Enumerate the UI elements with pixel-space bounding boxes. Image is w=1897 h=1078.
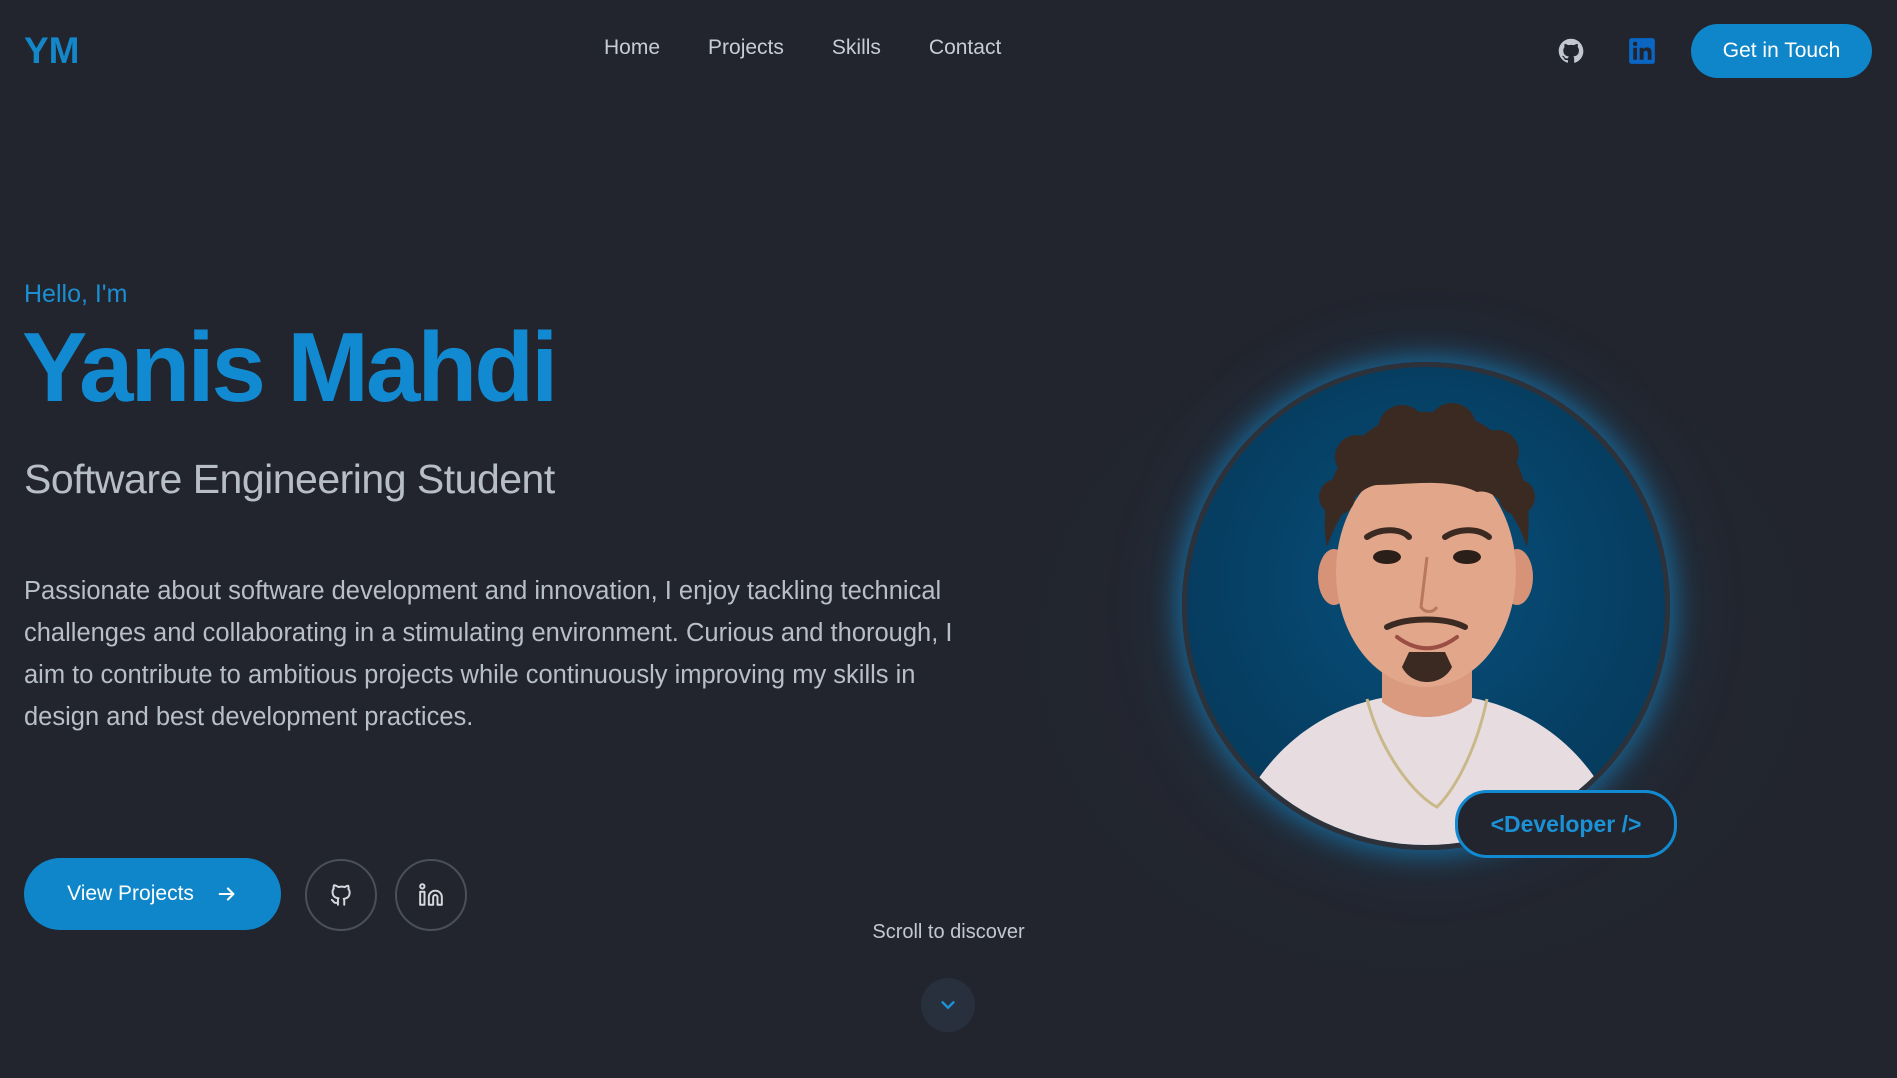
hero-name: Yanis Mahdi: [22, 312, 558, 422]
developer-badge: <Developer />: [1455, 790, 1677, 858]
hero-greeting: Hello, I'm: [24, 280, 128, 308]
nav-item-skills[interactable]: Skills: [832, 36, 881, 60]
site-logo[interactable]: YM: [24, 30, 80, 72]
nav-item-projects[interactable]: Projects: [708, 36, 784, 60]
linkedin-icon[interactable]: [1628, 37, 1656, 65]
github-icon[interactable]: [1557, 37, 1585, 65]
chevron-down-icon: [937, 994, 959, 1016]
scroll-hint: Scroll to discover: [872, 921, 1025, 943]
hero-role: Software Engineering Student: [24, 456, 555, 502]
profile-photo: [1182, 362, 1670, 850]
arrow-right-icon: [216, 883, 238, 905]
view-projects-button[interactable]: View Projects: [24, 858, 281, 930]
get-in-touch-button[interactable]: Get in Touch: [1691, 24, 1872, 78]
scroll-down-button[interactable]: [921, 978, 975, 1032]
view-projects-label: View Projects: [67, 882, 194, 905]
hero-description: Passionate about software development an…: [24, 577, 953, 731]
main-nav: Home Projects Skills Contact: [604, 36, 1049, 60]
nav-item-contact[interactable]: Contact: [929, 36, 1001, 60]
nav-item-home[interactable]: Home: [604, 36, 660, 60]
